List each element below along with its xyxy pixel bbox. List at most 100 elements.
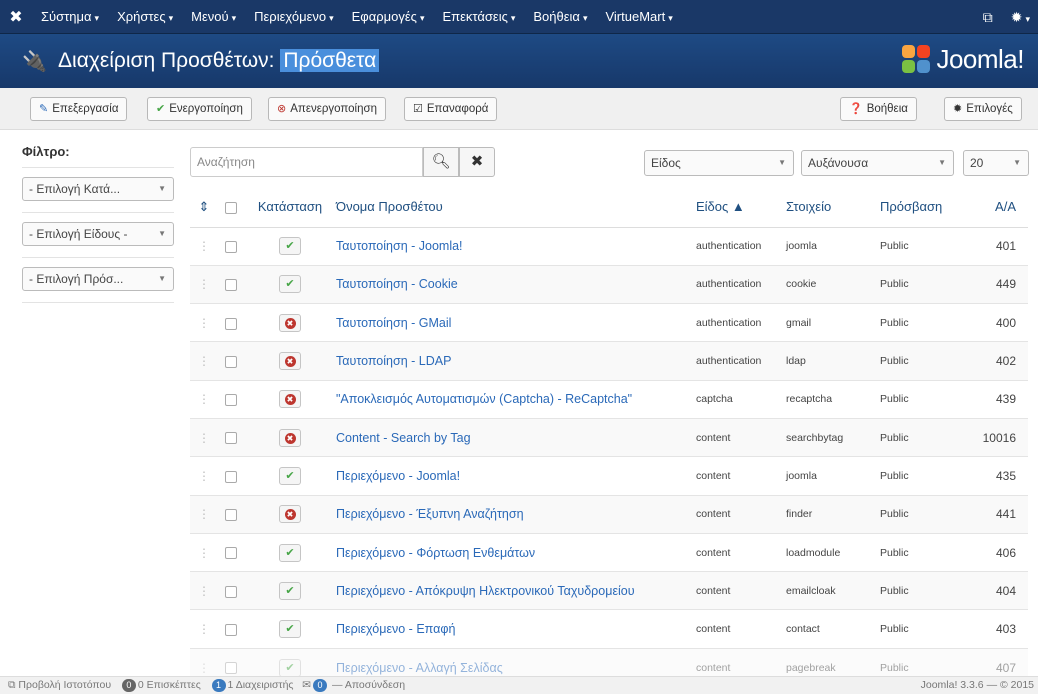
plugin-type-cell: captcha (696, 379, 786, 419)
edit-button[interactable]: ✎ Επεξεργασία (30, 97, 128, 121)
name-column-header[interactable]: Όνομα Προσθέτου (336, 187, 696, 228)
row-checkbox[interactable] (225, 279, 237, 292)
filter-heading: Φίλτρο: (22, 144, 174, 168)
drag-handle-icon[interactable]: ⋮ (198, 431, 210, 445)
row-checkbox[interactable] (225, 509, 237, 522)
help-button[interactable]: ❓ Βοήθεια (840, 97, 917, 121)
row-checkbox[interactable] (225, 317, 237, 330)
top-menu-item[interactable]: Βοήθεια ▾ (524, 0, 596, 34)
drag-handle-icon[interactable]: ⋮ (198, 661, 210, 675)
drag-handle-cell: ⋮ (190, 532, 218, 572)
logout-link[interactable]: — Αποσύνδεση (332, 679, 405, 691)
enabled-status-toggle[interactable]: ✔ (279, 275, 301, 294)
plugin-name-link[interactable]: Ταυτοποίηση - GMail (336, 316, 451, 330)
row-checkbox[interactable] (225, 585, 237, 598)
disabled-status-toggle[interactable]: ✖ (279, 313, 301, 332)
drag-handle-icon[interactable]: ⋮ (198, 469, 210, 483)
ordering-column-header[interactable]: ⇕ (190, 187, 218, 228)
drag-handle-icon[interactable]: ⋮ (198, 277, 210, 291)
joomla-logo-icon[interactable]: ✖ (0, 7, 32, 27)
disable-button[interactable]: ⊗ Απενεργοποίηση (268, 97, 386, 121)
top-menu-item[interactable]: Επεκτάσεις ▾ (433, 0, 524, 34)
plugin-name-link[interactable]: Περιεχόμενο - Αλλαγή Σελίδας (336, 661, 503, 675)
drag-handle-icon[interactable]: ⋮ (198, 316, 210, 330)
top-menu-item[interactable]: VirtueMart ▾ (596, 0, 681, 34)
row-checkbox[interactable] (225, 623, 237, 636)
type-column-header[interactable]: Είδος ▲ (696, 187, 786, 228)
plugin-name-link[interactable]: Ταυτοποίηση - Cookie (336, 277, 458, 291)
search-input[interactable]: Αναζήτηση (190, 147, 423, 177)
sort-direction-select[interactable]: Αυξάνουσα ▼ (801, 150, 954, 176)
check-icon: ✔ (285, 278, 295, 291)
row-checkbox[interactable] (225, 547, 237, 560)
enabled-status-toggle[interactable]: ✔ (279, 581, 301, 600)
id-column-header[interactable]: Α/Α (958, 187, 1028, 228)
plugin-name-link[interactable]: Περιεχόμενο - Επαφή (336, 622, 455, 636)
plugin-element-cell: ldap (786, 341, 880, 381)
status-column-header[interactable]: Κατάσταση (244, 187, 336, 228)
list-limit-select[interactable]: 20 ▼ (963, 150, 1029, 176)
top-menu-item[interactable]: Σύστημα ▾ (32, 0, 108, 34)
top-menu-item[interactable]: Περιεχόμενο ▾ (245, 0, 343, 34)
access-column-header[interactable]: Πρόσβαση (880, 187, 958, 228)
checkin-button[interactable]: ☑ Επαναφορά (404, 97, 498, 121)
sort-by-select[interactable]: Είδος ▼ (644, 150, 794, 176)
plugin-access-cell: Public (880, 303, 958, 342)
disabled-status-toggle[interactable]: ✖ (279, 428, 301, 447)
row-checkbox[interactable] (225, 470, 237, 483)
options-button[interactable]: ✹ Επιλογές (944, 97, 1022, 121)
row-checkbox[interactable] (225, 432, 237, 445)
disabled-status-toggle[interactable]: ✖ (279, 390, 301, 409)
disabled-icon: ✖ (284, 432, 296, 444)
plugin-id-cell: 406 (958, 532, 1028, 572)
drag-handle-icon[interactable]: ⋮ (198, 354, 210, 368)
drag-handle-icon[interactable]: ⋮ (198, 546, 210, 560)
plugin-name-link[interactable]: Περιεχόμενο - Joomla! (336, 469, 460, 483)
enabled-status-toggle[interactable]: ✔ (279, 543, 301, 562)
plugin-name-link[interactable]: Content - Search by Tag (336, 431, 471, 445)
disabled-status-toggle[interactable]: ✖ (279, 505, 301, 524)
drag-handle-cell: ⋮ (190, 226, 218, 266)
drag-handle-icon[interactable]: ⋮ (198, 507, 210, 521)
plugin-name-link[interactable]: Περιεχόμενο - Φόρτωση Ενθεμάτων (336, 546, 535, 560)
drag-handle-cell: ⋮ (190, 264, 218, 304)
category-filter-select[interactable]: - Επιλογή Κατά... ▼ (22, 177, 174, 201)
enabled-status-toggle[interactable]: ✔ (279, 466, 301, 485)
search-button[interactable]: 🔍︎ (423, 147, 459, 177)
top-menu-item[interactable]: Χρήστες ▾ (108, 0, 182, 34)
enabled-status-toggle[interactable]: ✔ (279, 658, 301, 677)
gear-icon[interactable]: ✹ ▾ (1011, 9, 1030, 26)
table-header-row: ⇕ Κατάσταση Όνομα Προσθέτου Είδος ▲ Στοι… (190, 187, 1028, 228)
caret-down-icon: ▾ (582, 12, 588, 23)
access-filter-select[interactable]: - Επιλογή Πρόσ... ▼ (22, 267, 174, 291)
type-filter-select[interactable]: - Επιλογή Είδους - ▼ (22, 222, 174, 246)
drag-handle-icon[interactable]: ⋮ (198, 239, 210, 253)
row-checkbox[interactable] (225, 662, 237, 675)
drag-handle-icon[interactable]: ⋮ (198, 622, 210, 636)
messages-badge[interactable]: 0 (313, 679, 328, 692)
row-checkbox[interactable] (225, 240, 237, 253)
plugin-access-cell: Public (880, 226, 958, 266)
view-site-link[interactable]: ⧉ Προβολή Ιστοτόπου (8, 679, 111, 691)
plugin-name-link[interactable]: Ταυτοποίηση - LDAP (336, 354, 451, 368)
element-column-header[interactable]: Στοιχείο (786, 187, 880, 228)
row-checkbox[interactable] (225, 355, 237, 368)
top-menu-item[interactable]: Εφαρμογές ▾ (343, 0, 434, 34)
enabled-status-toggle[interactable]: ✔ (279, 620, 301, 639)
disabled-icon: ✖ (284, 317, 296, 329)
drag-handle-icon[interactable]: ⋮ (198, 392, 210, 406)
external-link-icon[interactable]: ⧉ (983, 9, 993, 26)
drag-handle-icon[interactable]: ⋮ (198, 584, 210, 598)
row-checkbox[interactable] (225, 394, 237, 407)
plugin-name-link[interactable]: "Αποκλεισμός Αυτοματισμών (Captcha) - Re… (336, 392, 632, 406)
enable-button[interactable]: ✔ Ενεργοποίηση (147, 97, 252, 121)
plugin-name-link[interactable]: Ταυτοποίηση - Joomla! (336, 239, 463, 253)
plugin-name-link[interactable]: Περιεχόμενο - Έξυπνη Αναζήτηση (336, 507, 524, 521)
disabled-status-toggle[interactable]: ✖ (279, 352, 301, 371)
select-all-checkbox[interactable] (225, 201, 237, 214)
enabled-status-toggle[interactable]: ✔ (279, 237, 301, 256)
clear-button[interactable]: ✖ (459, 147, 495, 177)
top-menu-item[interactable]: Μενού ▾ (182, 0, 245, 34)
top-menu-label: Περιεχόμενο (254, 8, 327, 24)
plugin-name-link[interactable]: Περιεχόμενο - Απόκρυψη Ηλεκτρονικού Ταχυ… (336, 584, 635, 598)
